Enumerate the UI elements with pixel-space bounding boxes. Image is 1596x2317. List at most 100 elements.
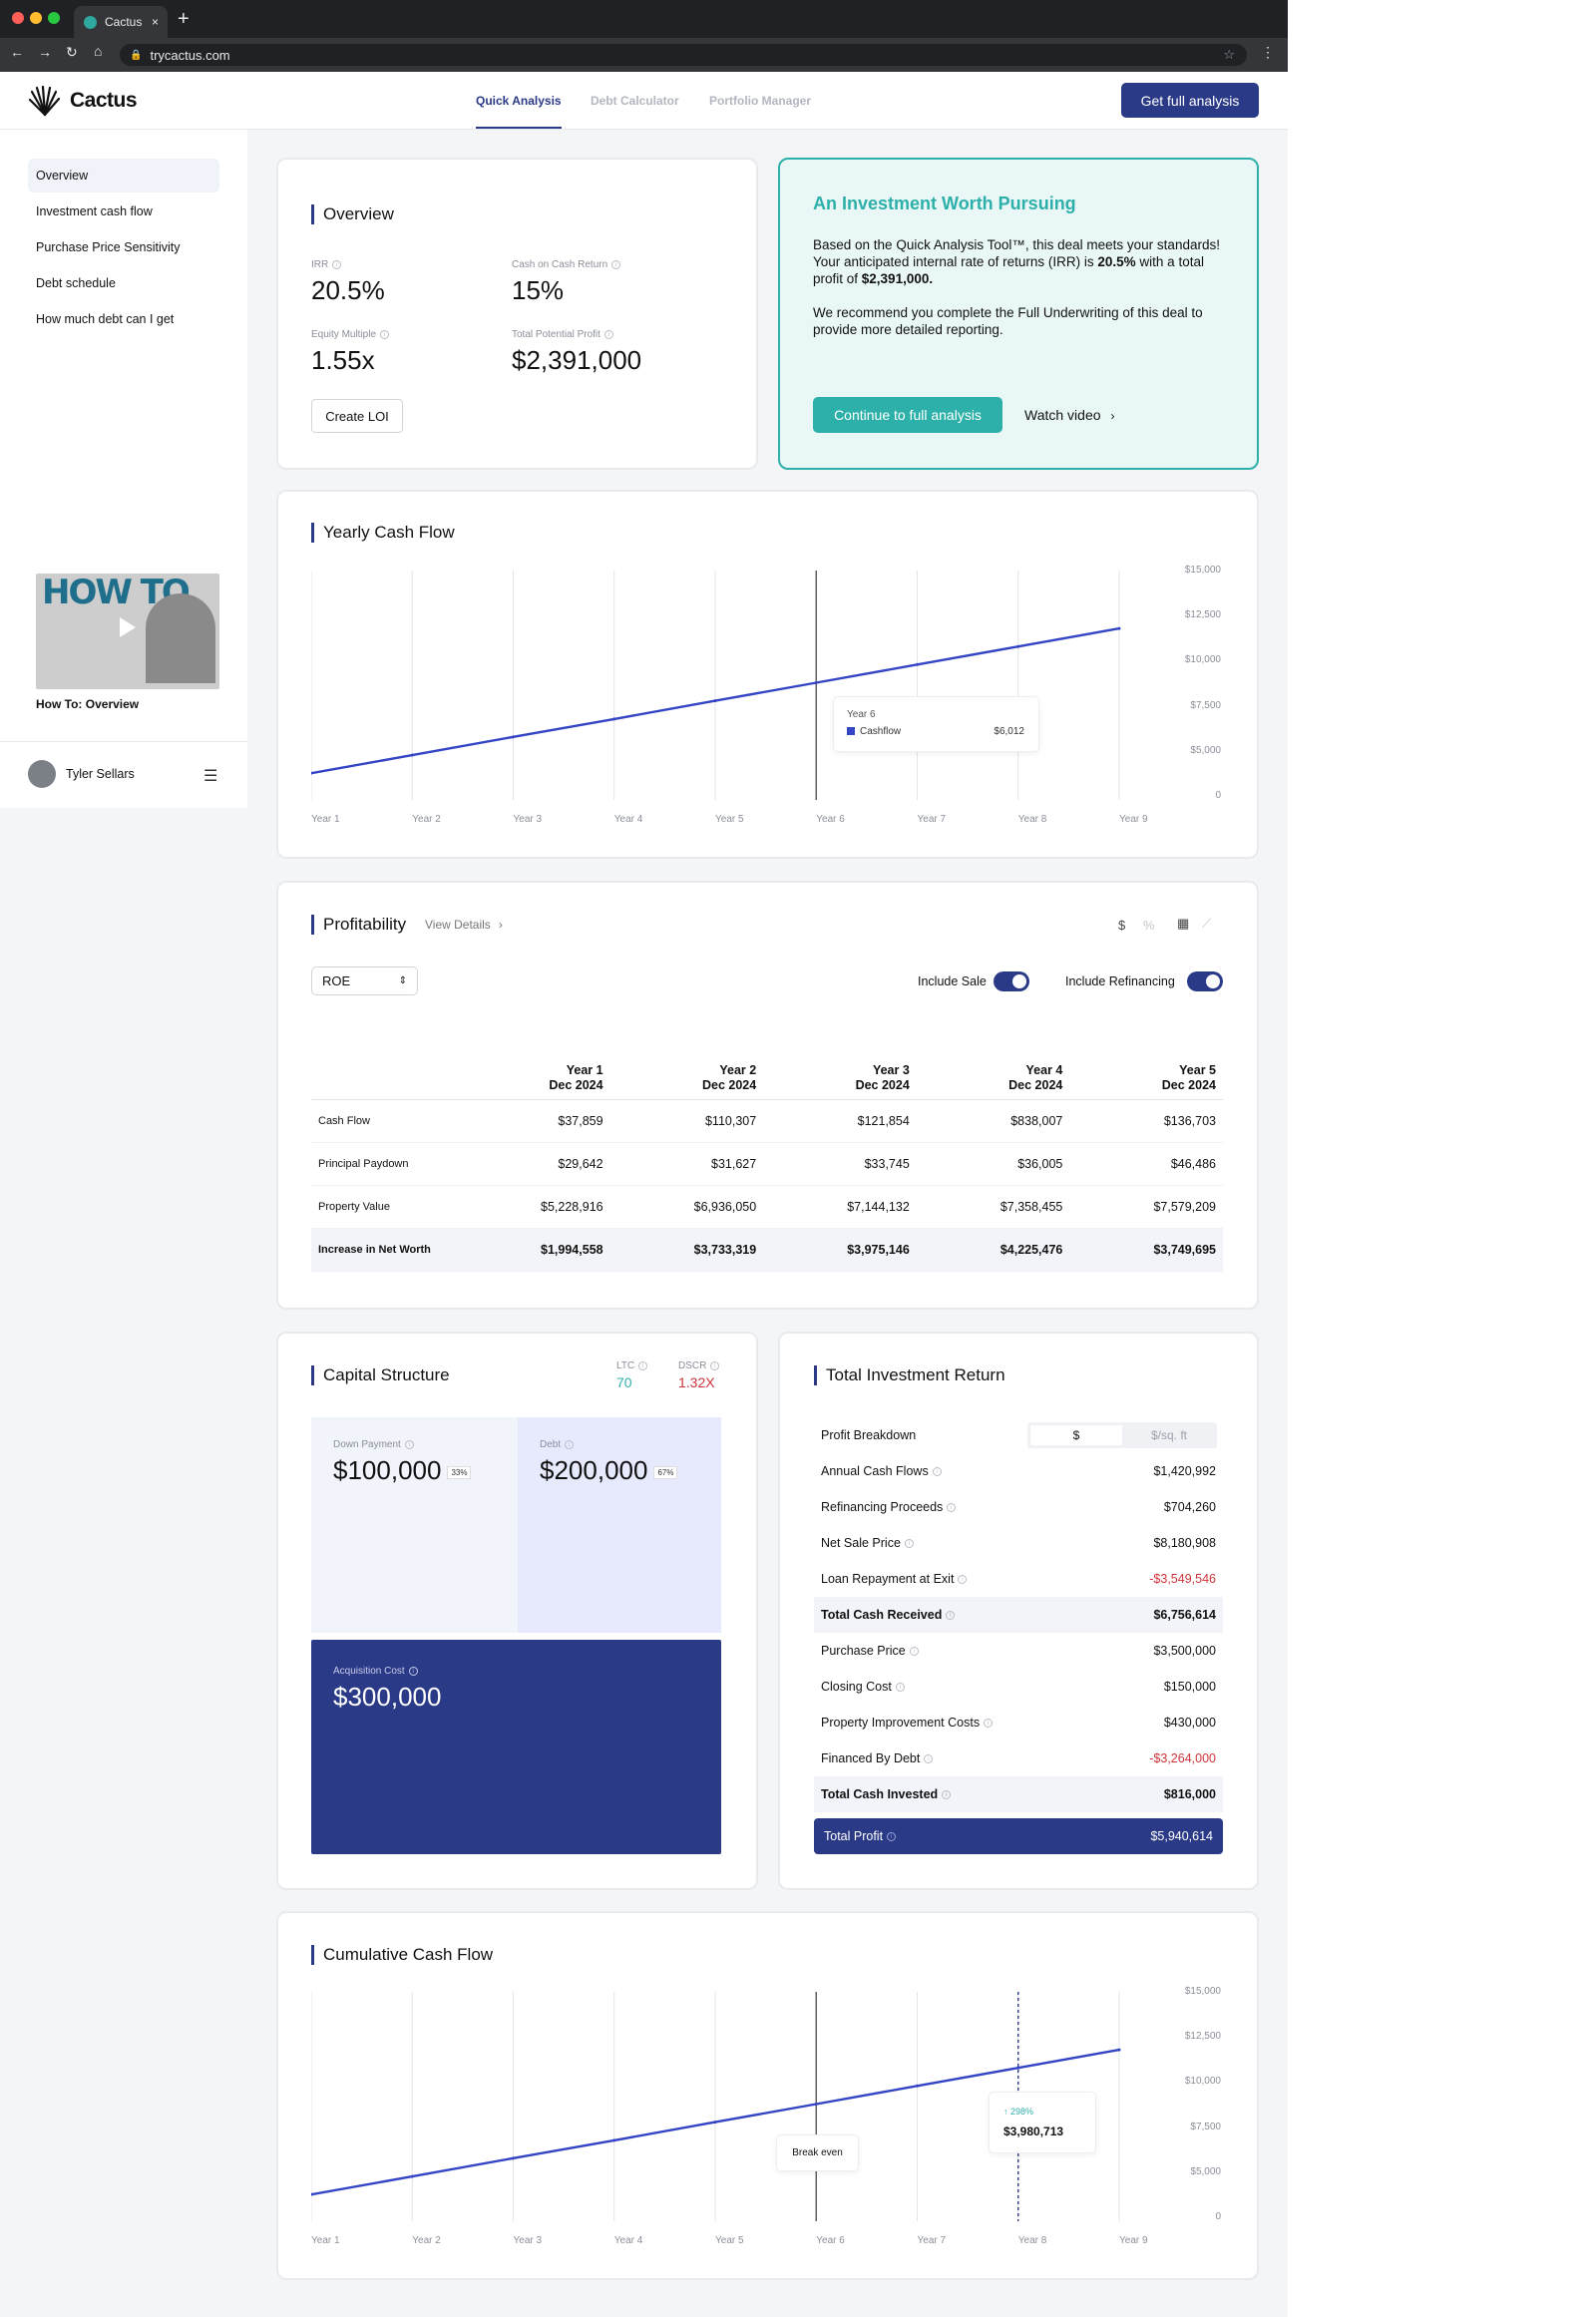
data-point[interactable] (713, 699, 717, 703)
info-icon[interactable]: i (942, 1790, 952, 1800)
info-icon[interactable]: i (932, 1467, 942, 1477)
create-loi-button[interactable]: Create LOI (311, 399, 403, 433)
data-point[interactable] (814, 2103, 818, 2107)
close-window-icon[interactable] (12, 12, 24, 24)
y-tick-label: $10,000 (1184, 654, 1221, 666)
data-point[interactable] (713, 2121, 717, 2124)
maximize-window-icon[interactable] (48, 12, 60, 24)
get-full-analysis-button[interactable]: Get full analysis (1121, 83, 1259, 118)
tab-quick-analysis[interactable]: Quick Analysis (476, 94, 562, 108)
data-point[interactable] (410, 2174, 414, 2178)
hamburger-menu-icon[interactable]: ☰ (203, 766, 217, 786)
new-tab-icon[interactable]: + (178, 8, 190, 31)
data-point[interactable] (1117, 626, 1121, 630)
table-view-icon[interactable]: ▦ (1177, 916, 1189, 932)
table-cell: $3,749,695 (1069, 1228, 1223, 1272)
home-icon[interactable]: ⌂ (94, 43, 102, 59)
info-icon[interactable]: i (924, 1754, 934, 1764)
info-icon[interactable]: i (984, 1719, 994, 1729)
info-icon[interactable]: i (380, 329, 390, 339)
data-point[interactable] (512, 2156, 515, 2160)
y-tick-label: $12,500 (1184, 2031, 1221, 2043)
include-refinancing-toggle[interactable] (1187, 971, 1223, 991)
x-tick-label: Year 2 (412, 814, 441, 825)
watch-video-link[interactable]: Watch video › (1024, 407, 1115, 423)
unit-sqft-option[interactable]: $/sq. ft (1124, 1425, 1214, 1445)
x-tick-label: Year 7 (917, 2235, 947, 2246)
browser-tab-strip: Cactus × + (0, 0, 1288, 38)
data-point[interactable] (916, 2084, 919, 2088)
info-icon[interactable]: i (895, 1683, 905, 1693)
y-tick-label: $15,000 (1184, 565, 1221, 576)
sidebar-item-how-much-debt[interactable]: How much debt can I get (28, 302, 219, 336)
cactus-logo-icon (28, 85, 61, 117)
info-icon[interactable]: i (565, 1439, 575, 1449)
y-tick-label: $10,000 (1184, 2076, 1221, 2088)
metric-select[interactable]: ROE ⇕ (311, 966, 418, 995)
include-sale-toggle[interactable] (994, 971, 1029, 991)
video-thumbnail[interactable]: HOW TO (36, 574, 219, 689)
browser-menu-icon[interactable]: ⋮ (1261, 44, 1275, 61)
data-point[interactable] (1117, 2048, 1121, 2052)
continue-full-analysis-button[interactable]: Continue to full analysis (813, 397, 1002, 433)
row-label: Property Value (311, 1185, 457, 1229)
info-icon[interactable]: i (887, 1832, 897, 1842)
info-icon[interactable]: i (603, 329, 613, 339)
address-bar[interactable]: 🔒 trycactus.com ☆ (120, 44, 1247, 66)
table-header: Year 1 Dec 2024 (457, 1063, 610, 1100)
back-icon[interactable]: ← (10, 44, 24, 60)
table-cell: $37,859 (457, 1099, 610, 1143)
info-icon[interactable]: i (909, 1647, 919, 1657)
tab-portfolio-manager[interactable]: Portfolio Manager (709, 94, 811, 108)
forward-icon[interactable]: → (38, 44, 52, 60)
tab-debt-calculator[interactable]: Debt Calculator (591, 94, 679, 108)
logo[interactable]: Cactus (28, 84, 138, 118)
info-icon[interactable]: i (958, 1575, 968, 1585)
table-cell: $29,642 (457, 1142, 610, 1186)
data-point[interactable] (410, 753, 414, 757)
info-icon[interactable]: i (947, 1503, 957, 1513)
close-tab-icon[interactable]: × (152, 15, 159, 29)
unit-dollar-option[interactable]: $ (1030, 1425, 1122, 1445)
reload-icon[interactable]: ↻ (66, 44, 78, 61)
data-point[interactable] (814, 681, 818, 685)
table-cell: $3,733,319 (609, 1228, 764, 1272)
minimize-window-icon[interactable] (30, 12, 42, 24)
percent-unit-toggle[interactable]: % (1143, 918, 1155, 933)
sidebar-item-purchase-price-sensitivity[interactable]: Purchase Price Sensitivity (28, 230, 219, 264)
info-icon[interactable]: i (404, 1439, 414, 1449)
sidebar-item-debt-schedule[interactable]: Debt schedule (28, 266, 219, 300)
sidebar-divider (0, 741, 247, 742)
return-row-label: Annual Cash Flows i (821, 1464, 942, 1478)
info-icon[interactable]: i (946, 1611, 956, 1621)
data-point[interactable] (512, 735, 515, 739)
info-icon[interactable]: i (408, 1666, 418, 1676)
data-point[interactable] (1016, 2066, 1020, 2070)
data-point[interactable] (916, 662, 919, 666)
dollar-unit-toggle[interactable]: $ (1118, 918, 1125, 933)
return-row: Total Cash Received i $6,756,614 (814, 1597, 1223, 1633)
info-icon[interactable]: i (638, 1360, 648, 1370)
user-profile[interactable]: Tyler Sellars (28, 760, 135, 788)
browser-tab-title: Cactus (105, 15, 143, 29)
info-icon[interactable]: i (904, 1539, 914, 1549)
bookmark-star-icon[interactable]: ☆ (1223, 47, 1235, 63)
info-icon[interactable]: i (332, 259, 342, 269)
sidebar-item-investment-cash-flow[interactable]: Investment cash flow (28, 194, 219, 228)
info-icon[interactable]: i (611, 259, 621, 269)
data-point[interactable] (1016, 644, 1020, 648)
x-tick-label: Year 5 (715, 2235, 744, 2246)
x-tick-label: Year 9 (1119, 814, 1148, 825)
return-row: Closing Cost i $150,000 (814, 1669, 1223, 1705)
view-details-link[interactable]: View Details › (425, 918, 503, 932)
chart-view-icon[interactable]: ⟋ (1202, 916, 1211, 932)
info-icon[interactable]: i (710, 1360, 720, 1370)
sidebar-item-overview[interactable]: Overview (28, 159, 219, 193)
play-icon[interactable] (120, 617, 136, 637)
data-point[interactable] (612, 717, 616, 721)
chevron-right-icon: › (498, 918, 503, 932)
y-tick-label: $7,500 (1190, 2121, 1221, 2132)
browser-tab[interactable]: Cactus × (74, 6, 168, 38)
x-tick-label: Year 1 (311, 814, 340, 825)
data-point[interactable] (612, 2138, 616, 2142)
